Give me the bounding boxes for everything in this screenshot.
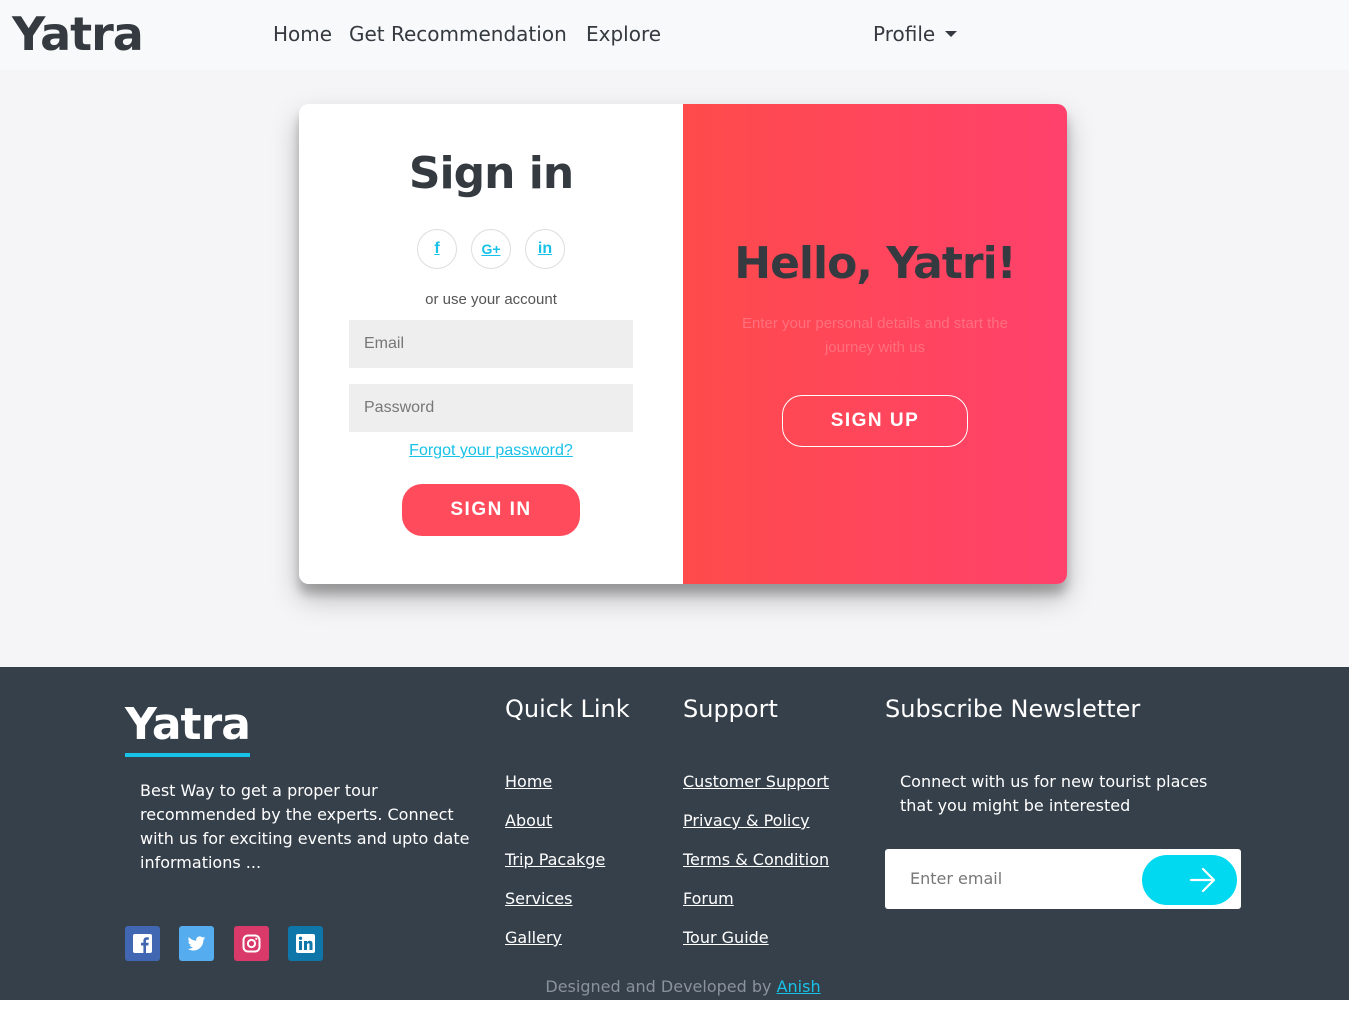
newsletter-submit-button[interactable] — [1142, 855, 1237, 905]
nav-link-home[interactable]: Home — [273, 20, 332, 48]
quick-link-title: Quick Link — [505, 695, 630, 723]
or-use-account-text: or use your account — [425, 291, 557, 308]
newsletter-title: Subscribe Newsletter — [885, 695, 1141, 723]
footer-description: Best Way to get a proper tour recommende… — [140, 781, 470, 872]
support-title: Support — [683, 695, 778, 723]
footer-link-tour-guide[interactable]: Tour Guide — [683, 928, 769, 947]
newsletter-email-input[interactable]: Enter email — [885, 849, 1135, 909]
social-login-row: f G+ in — [417, 229, 567, 269]
newsletter-form: Enter email — [885, 849, 1241, 909]
overlay-title: Hello, Yatri! — [734, 238, 1017, 289]
linkedin-icon: in — [537, 240, 553, 257]
author-link[interactable]: Anish — [777, 977, 821, 996]
linkedin-login-button[interactable]: in — [525, 229, 565, 269]
footer-link-terms-condition[interactable]: Terms & Condition — [683, 850, 829, 869]
newsletter-text: Connect with us for new tourist places t… — [900, 772, 1208, 815]
password-field[interactable]: Password — [349, 384, 633, 432]
footer-brand-logo: Yatra — [125, 697, 251, 757]
auth-card: Sign in f G+ in or use your account Emai… — [299, 104, 1067, 584]
profile-dropdown[interactable]: Profile — [873, 20, 958, 48]
footer-credit: Designed and Developed by Anish — [0, 977, 1349, 996]
footer-instagram-button[interactable] — [234, 926, 269, 961]
profile-label: Profile — [873, 22, 936, 46]
signin-title: Sign in — [408, 148, 574, 199]
overlay-text: Enter your personal details and start th… — [742, 315, 1008, 356]
signup-overlay-panel: Hello, Yatri! Enter your personal detail… — [683, 104, 1067, 584]
google-login-button[interactable]: G+ — [471, 229, 511, 269]
credit-prefix: Designed and Developed by — [545, 977, 772, 996]
caret-down-icon — [945, 31, 958, 37]
signin-panel: Sign in f G+ in or use your account Emai… — [299, 104, 683, 584]
navbar: Yatra Home Get Recommendation Explore Pr… — [0, 0, 1349, 70]
footer-linkedin-button[interactable] — [288, 926, 323, 961]
footer-link-privacy-policy[interactable]: Privacy & Policy — [683, 811, 810, 830]
footer-link-about[interactable]: About — [505, 811, 552, 830]
google-plus-icon: G+ — [481, 241, 501, 257]
facebook-login-button[interactable]: f — [417, 229, 457, 269]
arrow-right-icon — [1189, 867, 1216, 893]
footer-link-customer-support[interactable]: Customer Support — [683, 772, 829, 791]
signup-button[interactable]: SIGN UP — [782, 395, 968, 447]
nav-link-explore[interactable]: Explore — [586, 20, 661, 48]
forgot-password-link[interactable]: Forgot your password? — [299, 442, 683, 460]
footer-facebook-button[interactable] — [125, 926, 160, 961]
footer-link-trip-package[interactable]: Trip Pacakge — [505, 850, 605, 869]
brand-logo[interactable]: Yatra — [12, 4, 144, 64]
footer-link-services[interactable]: Services — [505, 889, 572, 908]
footer-link-forum[interactable]: Forum — [683, 889, 734, 908]
footer-twitter-button[interactable] — [179, 926, 214, 961]
signin-button[interactable]: SIGN IN — [402, 484, 580, 536]
facebook-icon — [133, 934, 152, 953]
twitter-icon — [187, 936, 206, 951]
facebook-icon: f — [434, 240, 440, 257]
nav-link-get-recommendation[interactable]: Get Recommendation — [349, 20, 567, 48]
linkedin-icon — [296, 934, 315, 953]
footer-link-home[interactable]: Home — [505, 772, 552, 791]
instagram-icon — [242, 934, 261, 953]
footer-link-gallery[interactable]: Gallery — [505, 928, 562, 947]
email-field[interactable]: Email — [349, 320, 633, 368]
footer: Yatra Best Way to get a proper tour reco… — [0, 667, 1349, 1000]
